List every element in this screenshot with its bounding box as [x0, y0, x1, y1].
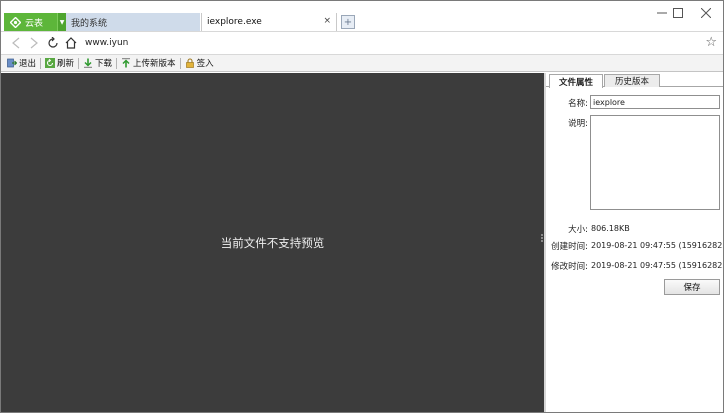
upload-icon: [121, 58, 131, 68]
created-time-value: 2019-08-21 09:47:55 (15916282254): [591, 241, 723, 250]
upload-new-version-button[interactable]: 上传新版本: [118, 56, 179, 71]
browser-window: 云表 ▼ 我的系统 iexplore.exe × + www.iyun ☆ 退出…: [0, 0, 724, 413]
maximize-icon: [673, 8, 683, 18]
refresh-label: 刷新: [57, 59, 75, 69]
exit-label: 退出: [19, 59, 37, 69]
url-blur-mask: [129, 36, 207, 50]
size-label: 大小:: [568, 225, 588, 235]
refresh-button[interactable]: 刷新: [42, 56, 77, 71]
home-button[interactable]: [64, 36, 78, 50]
forward-button[interactable]: [27, 36, 41, 50]
created-time-label: 创建时间:: [551, 242, 588, 252]
exit-icon: [7, 58, 18, 68]
toolbar-divider: [179, 57, 181, 69]
maximize-button[interactable]: [665, 5, 691, 21]
save-button[interactable]: 保存: [664, 279, 720, 295]
description-label: 说明:: [568, 119, 588, 129]
name-field[interactable]: iexplore: [590, 95, 720, 109]
close-icon: [701, 8, 711, 18]
tab-my-system[interactable]: 我的系统: [66, 13, 200, 31]
chevron-down-icon: ▼: [59, 18, 65, 26]
tab-version-history[interactable]: 历史版本: [604, 74, 660, 87]
modified-time-label: 修改时间:: [551, 262, 588, 272]
toolbar: 退出 刷新 下载 上传新版本 签入: [1, 55, 723, 72]
file-properties-panel: 文件属性 历史版本 名称: iexplore 说明: 大小: 806.18KB …: [546, 73, 723, 412]
download-label: 下载: [95, 59, 113, 69]
tab-title: 我的系统: [71, 18, 108, 29]
download-icon: [83, 58, 93, 68]
back-button[interactable]: [9, 36, 23, 50]
size-value: 806.18KB: [591, 224, 630, 233]
check-in-label: 签入: [196, 59, 214, 69]
refresh-icon: [45, 58, 56, 68]
brand-label: 云表: [25, 18, 44, 29]
title-bar: 云表 ▼ 我的系统 iexplore.exe × +: [1, 1, 723, 31]
toolbar-divider: [40, 57, 42, 69]
file-preview-area: 当前文件不支持预览: [1, 73, 544, 412]
chevron-left-icon: [12, 37, 20, 49]
tab-iexplore[interactable]: iexplore.exe ×: [201, 13, 337, 31]
upload-new-version-label: 上传新版本: [133, 59, 176, 69]
new-tab-button[interactable]: +: [341, 15, 355, 29]
toolbar-divider: [78, 57, 80, 69]
refresh-icon: [48, 37, 58, 48]
close-window-button[interactable]: [693, 5, 719, 21]
name-label: 名称:: [568, 99, 588, 109]
download-button[interactable]: 下载: [80, 56, 115, 71]
tab-title: iexplore.exe: [207, 17, 262, 27]
url-field[interactable]: www.iyun: [85, 38, 128, 48]
brand-logo-icon: [9, 16, 22, 28]
preview-unsupported-message: 当前文件不支持预览: [220, 236, 325, 250]
refresh-button[interactable]: [46, 36, 60, 50]
description-field[interactable]: [590, 115, 720, 210]
star-icon[interactable]: ☆: [705, 35, 717, 50]
toolbar-divider: [116, 57, 118, 69]
modified-time-value: 2019-08-21 09:47:55 (15916282254): [591, 261, 723, 270]
tab-file-properties[interactable]: 文件属性: [549, 74, 603, 88]
close-tab-icon[interactable]: ×: [323, 16, 331, 26]
lock-icon: [185, 58, 195, 68]
exit-button[interactable]: 退出: [4, 56, 39, 71]
address-bar: www.iyun ☆: [1, 31, 723, 55]
home-icon: [65, 37, 77, 49]
panel-tabs: 文件属性 历史版本: [546, 73, 723, 88]
brand-dropdown-button[interactable]: ▼: [57, 13, 66, 31]
check-in-button[interactable]: 签入: [182, 56, 217, 71]
chevron-right-icon: [30, 37, 38, 49]
brand-menu-button[interactable]: 云表: [4, 13, 57, 31]
